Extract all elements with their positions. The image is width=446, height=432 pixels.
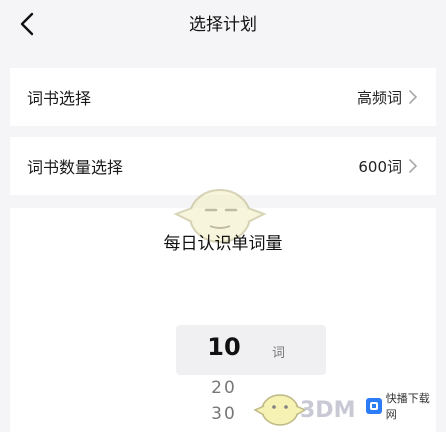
site-badge: 快播下载网 bbox=[366, 392, 440, 421]
site-logo-icon bbox=[366, 398, 382, 414]
page-title: 选择计划 bbox=[189, 15, 257, 35]
wordbook-select-value: 高频词 bbox=[356, 88, 402, 107]
picker-unit: 词 bbox=[272, 346, 286, 361]
chevron-right-icon bbox=[409, 90, 418, 104]
chevron-right-icon bbox=[409, 159, 418, 173]
wordbook-select-label: 词书选择 bbox=[27, 89, 92, 108]
daily-word-title: 每日认识单词量 bbox=[163, 234, 283, 254]
watermark-3dm: 3DM bbox=[300, 398, 356, 423]
wordbook-select-row[interactable]: 词书选择 高频词 bbox=[10, 68, 436, 126]
site-badge-text: 快播下载网 bbox=[385, 392, 430, 421]
picker-option[interactable]: 20 bbox=[196, 378, 252, 398]
picker-selected-value[interactable]: 10 bbox=[196, 333, 252, 361]
wordbook-count-value: 600词 bbox=[358, 157, 402, 176]
picker-option[interactable]: 30 bbox=[196, 404, 252, 424]
wordbook-count-label: 词书数量选择 bbox=[27, 158, 124, 177]
top-nav-bar: 选择计划 bbox=[0, 0, 446, 46]
